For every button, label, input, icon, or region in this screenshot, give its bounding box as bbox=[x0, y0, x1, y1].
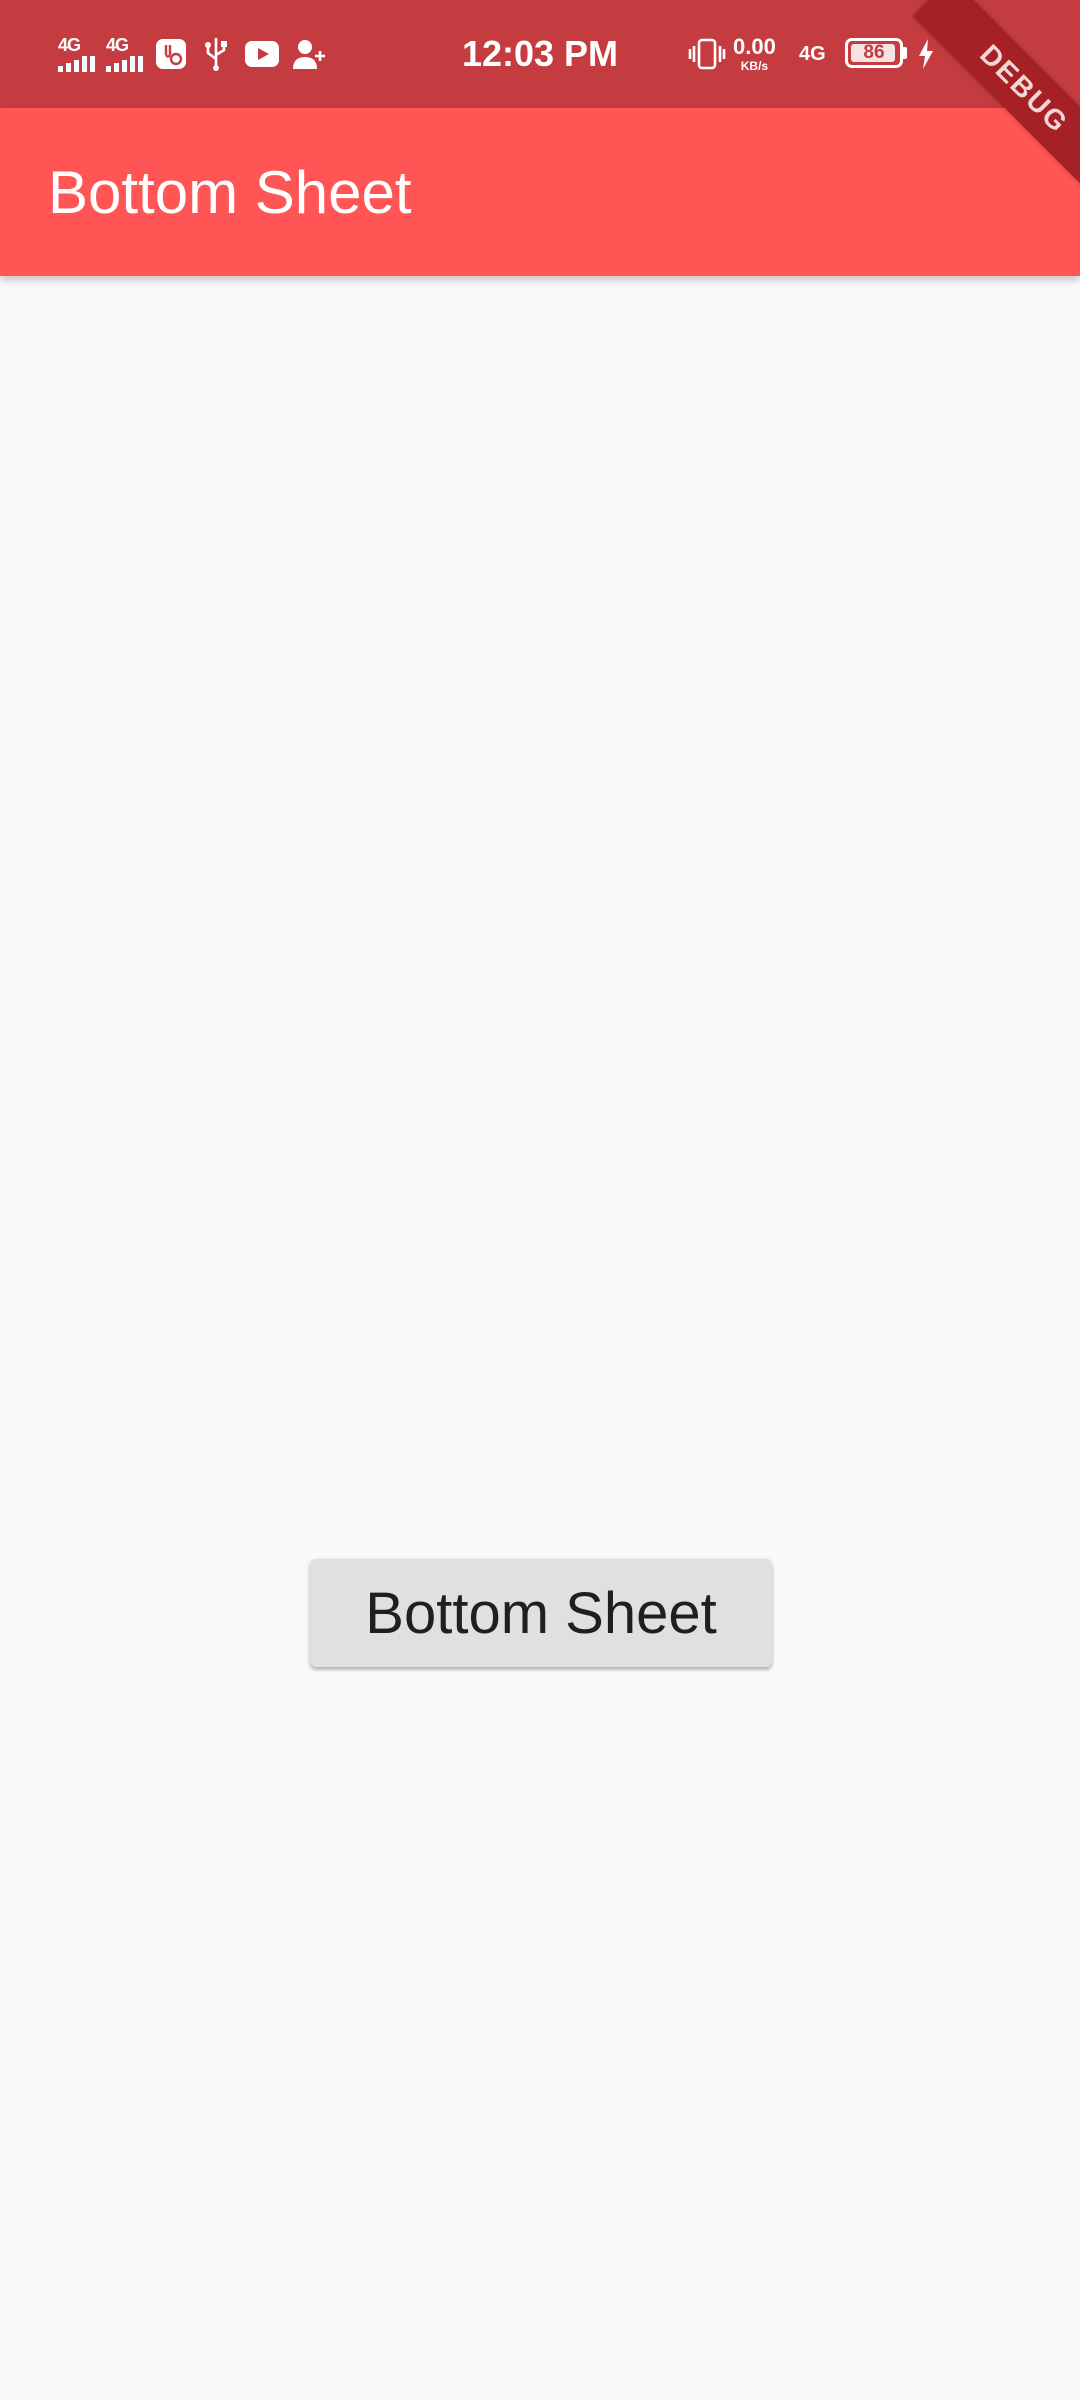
youtube-icon bbox=[245, 0, 279, 108]
usb-icon bbox=[203, 0, 229, 108]
usb-debug-icon bbox=[155, 0, 187, 108]
battery-level: 86 bbox=[863, 42, 885, 63]
main-content: Bottom Sheet bbox=[0, 276, 1080, 2400]
sim1-network-label: 4G bbox=[58, 35, 81, 55]
sim2-signal: 4G bbox=[106, 0, 143, 108]
network-speed-value: 0.00 bbox=[733, 34, 776, 59]
add-person-icon bbox=[292, 0, 326, 108]
data-network-label: 4G bbox=[799, 42, 826, 65]
app-bar: Bottom Sheet bbox=[0, 108, 1080, 276]
sim1-signal: 4G bbox=[58, 0, 95, 108]
network-speed-unit: KB/s bbox=[740, 59, 769, 73]
charging-icon bbox=[918, 0, 934, 108]
screen: 4G 4G 12:03 PM 0.00 KB/s 4G 86 Bottom Sh… bbox=[0, 0, 1080, 2400]
battery-tip bbox=[903, 47, 907, 59]
signal-icon bbox=[58, 56, 95, 72]
page-title: Bottom Sheet bbox=[48, 158, 412, 226]
signal-icon bbox=[106, 56, 143, 72]
sim2-network-label: 4G bbox=[106, 35, 129, 55]
network-speed: 0.00 KB/s bbox=[733, 0, 776, 108]
status-bar: 4G 4G 12:03 PM 0.00 KB/s 4G 86 bbox=[0, 0, 1080, 108]
battery-icon: 86 bbox=[845, 38, 903, 68]
vibrate-icon bbox=[688, 0, 726, 108]
bottom-sheet-button[interactable]: Bottom Sheet bbox=[310, 1559, 772, 1667]
